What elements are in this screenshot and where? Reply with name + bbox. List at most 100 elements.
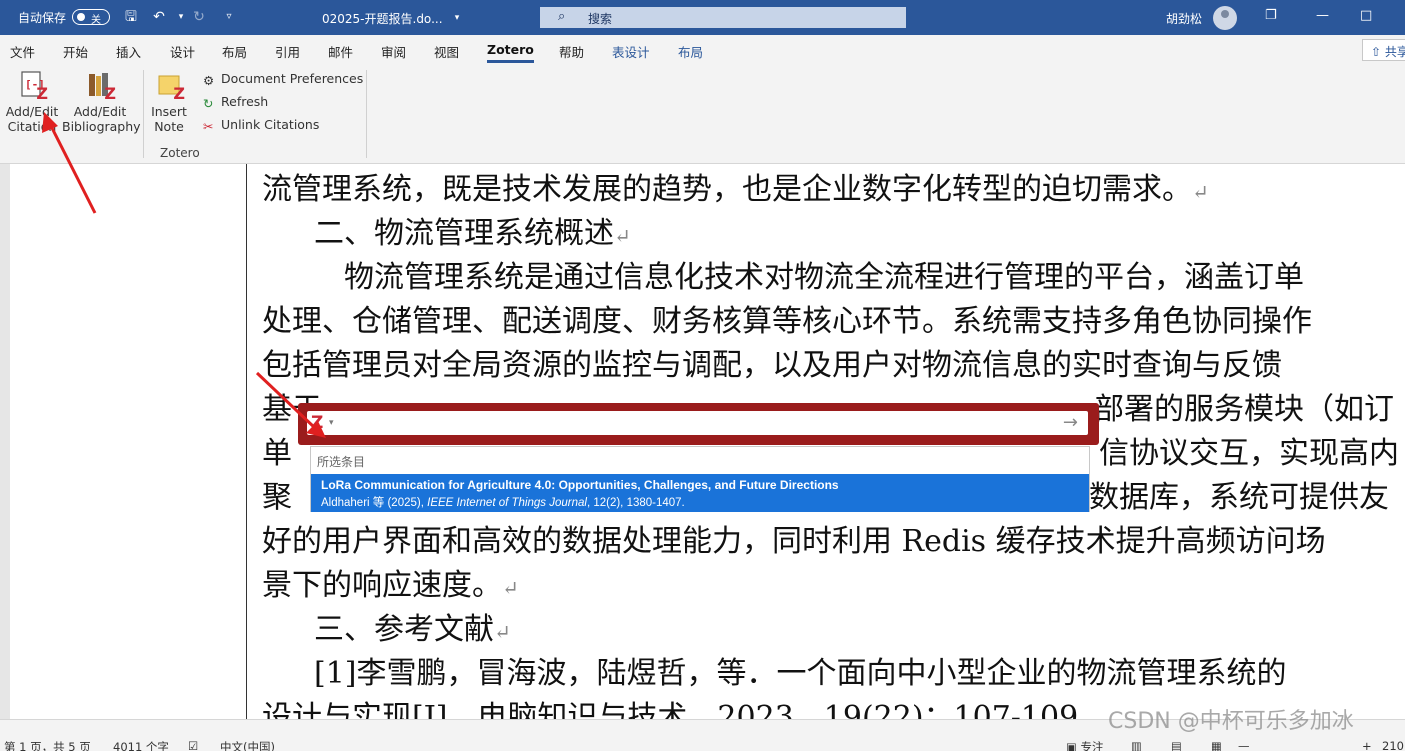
doc-name-dropdown-icon[interactable]: ▾ — [448, 9, 466, 27]
read-mode-icon[interactable]: ▥ — [1131, 739, 1142, 751]
refresh-button[interactable]: ↻ Refresh — [203, 94, 269, 111]
ribbon-separator — [366, 70, 367, 158]
tab-file[interactable]: 文件 — [10, 42, 35, 61]
ribbon-zotero-panel: [-] Z Add/Edit Citation Z Add/Edit Bibli… — [0, 64, 1405, 164]
tab-layout[interactable]: 布局 — [222, 42, 247, 61]
note-icon: Z — [153, 70, 185, 102]
insert-note-label-1: Insert — [151, 104, 187, 119]
tab-help[interactable]: 帮助 — [559, 42, 584, 61]
doc-line-fragment: 数据库，系统可提供友 — [1089, 480, 1389, 515]
zotero-results-list: 所选条目 LoRa Communication for Agriculture … — [310, 446, 1090, 512]
doc-line-fragment: 聚 — [262, 480, 292, 515]
zotero-quick-format-dialog: Z ▾ → — [298, 403, 1099, 445]
doc-line: 流管理系统，既是技术发展的趋势，也是企业数字化转型的迫切需求。↵ — [262, 172, 1209, 207]
add-edit-citation-button[interactable]: [-] Z Add/Edit Citation — [4, 70, 60, 134]
zotero-search-input[interactable]: Z ▾ → — [307, 411, 1088, 435]
zoom-in-icon[interactable]: + — [1362, 739, 1372, 751]
autosave-state: 关 — [91, 15, 101, 26]
doc-line: 物流管理系统是通过信息化技术对物流全流程进行管理的平台，涵盖订单 — [344, 260, 1304, 295]
title-bar: 自动保存 关 🖫 ↶ ▾ ↻ ▿ 02025-开题报告.do... ▾ ⌕ 搜索… — [0, 0, 1405, 35]
tab-view[interactable]: 视图 — [434, 42, 459, 61]
refresh-icon: ↻ — [203, 95, 214, 111]
add-edit-citation-label-2: Citation — [7, 119, 57, 134]
zoom-level[interactable]: 210 — [1382, 739, 1404, 751]
unlink-icon: ✂ — [203, 118, 214, 134]
doc-heading: 三、参考文献↵ — [314, 612, 511, 647]
save-icon[interactable]: 🖫 — [122, 8, 140, 26]
tab-zotero[interactable]: Zotero — [487, 42, 534, 63]
search-placeholder: 搜索 — [588, 12, 613, 26]
autosave-label: 自动保存 — [18, 11, 67, 25]
unlink-citations-button[interactable]: ✂ Unlink Citations — [203, 117, 320, 134]
doc-line: 景下的响应速度。↵ — [262, 568, 519, 603]
maximize-icon[interactable]: □ — [1360, 8, 1372, 23]
unlink-citations-label: Unlink Citations — [221, 117, 320, 132]
tab-design[interactable]: 设计 — [170, 42, 195, 61]
selected-items-header: 所选条目 — [317, 455, 366, 469]
page-count[interactable]: 第 1 页，共 5 页 — [4, 739, 91, 751]
redo-icon[interactable]: ↻ — [190, 8, 208, 26]
add-edit-bibliography-button[interactable]: Z Add/Edit Bibliography — [62, 70, 141, 134]
tab-review[interactable]: 审阅 — [381, 42, 406, 61]
navigation-pane — [10, 164, 246, 719]
word-count[interactable]: 4011 个字 — [113, 739, 169, 751]
undo-icon[interactable]: ↶ — [150, 8, 168, 26]
insert-note-label-2: Note — [154, 119, 184, 134]
gear-icon: ⚙ — [203, 72, 215, 88]
zoom-out-icon[interactable]: — — [1238, 739, 1250, 751]
doc-line: 包括管理员对全局资源的监控与调配，以及用户对物流信息的实时查询与反馈 — [262, 348, 1282, 383]
doc-line: 设计与实现[J]．电脑知识与技术，2023，19(22)：107-109． — [262, 700, 1109, 719]
add-edit-bibliography-label-2: Bibliography — [62, 119, 141, 134]
document-name[interactable]: 02025-开题报告.do... — [322, 10, 443, 27]
tab-table-design[interactable]: 表设计 — [612, 42, 650, 61]
proofing-icon[interactable]: ☑ — [188, 739, 198, 751]
result-details: Aldhaheri 等 (2025), IEEE Internet of Thi… — [321, 497, 685, 509]
citation-icon: [-] Z — [16, 70, 48, 102]
search-box[interactable]: ⌕ 搜索 — [540, 7, 906, 28]
doc-line-fragment: 部署的服务模块（如订 — [1094, 392, 1394, 427]
search-icon: ⌕ — [558, 9, 566, 24]
customize-toolbar-icon[interactable]: ▿ — [220, 8, 238, 26]
zotero-logo-icon[interactable]: Z ▾ — [311, 413, 341, 433]
focus-mode[interactable]: ▣ 专注 — [1066, 739, 1104, 751]
minimize-icon[interactable]: — — [1316, 8, 1329, 23]
ribbon-tabs: 文件 开始 插入 设计 布局 引用 邮件 审阅 视图 Zotero 帮助 表设计… — [0, 35, 1405, 64]
tab-mailings[interactable]: 邮件 — [328, 42, 353, 61]
insert-note-button[interactable]: Z Insert Note — [149, 70, 189, 134]
doc-line: [1]李雪鹏，冒海波，陆煜哲，等．一个面向中小型企业的物流管理系统的 — [314, 656, 1287, 691]
tab-table-layout[interactable]: 布局 — [678, 42, 703, 61]
print-layout-icon[interactable]: ▤ — [1171, 739, 1182, 751]
web-layout-icon[interactable]: ▦ — [1211, 739, 1222, 751]
undo-dropdown-icon[interactable]: ▾ — [172, 8, 190, 26]
group-label: Zotero — [160, 146, 200, 160]
arrow-right-icon[interactable]: → — [1063, 412, 1078, 433]
doc-heading: 二、物流管理系统概述↵ — [314, 216, 631, 251]
share-label: 共享 — [1384, 45, 1405, 59]
ribbon-separator — [143, 70, 144, 158]
chevron-down-icon: ▾ — [329, 418, 334, 428]
result-title: LoRa Communication for Agriculture 4.0: … — [321, 478, 839, 492]
tab-home[interactable]: 开始 — [63, 42, 88, 61]
tab-insert[interactable]: 插入 — [116, 42, 141, 61]
add-edit-bibliography-label-1: Add/Edit — [73, 104, 127, 119]
add-edit-citation-label-1: Add/Edit — [5, 104, 59, 119]
document-preferences-label: Document Preferences — [221, 71, 364, 86]
avatar[interactable] — [1213, 6, 1237, 30]
bibliography-icon: Z — [84, 70, 116, 102]
doc-line-fragment: 信协议交互，实现高内 — [1099, 436, 1399, 471]
autosave-toggle[interactable]: 关 — [72, 9, 110, 26]
toggle-knob — [77, 13, 85, 21]
word-window: 自动保存 关 🖫 ↶ ▾ ↻ ▿ 02025-开题报告.do... ▾ ⌕ 搜索… — [0, 0, 1405, 751]
share-button[interactable]: ⇧ 共享 — [1362, 39, 1405, 61]
doc-line-fragment: 单 — [262, 436, 292, 471]
doc-line: 处理、仓储管理、配送调度、财务核算等核心环节。系统需支持多角色协同操作 — [262, 304, 1312, 339]
refresh-label: Refresh — [221, 94, 269, 109]
doc-line: 好的用户界面和高效的数据处理能力，同时利用 Redis 缓存技术提升高频访问场 — [262, 524, 1326, 559]
user-name[interactable]: 胡劲松 — [1166, 10, 1202, 27]
tab-references[interactable]: 引用 — [275, 42, 300, 61]
watermark: CSDN @中杯可乐多加冰 — [1108, 709, 1354, 734]
ribbon-display-icon[interactable]: ❐ — [1265, 8, 1277, 23]
zotero-result-item[interactable]: LoRa Communication for Agriculture 4.0: … — [311, 474, 1089, 512]
document-preferences-button[interactable]: ⚙ Document Preferences — [203, 71, 364, 88]
language[interactable]: 中文(中国) — [220, 739, 275, 751]
